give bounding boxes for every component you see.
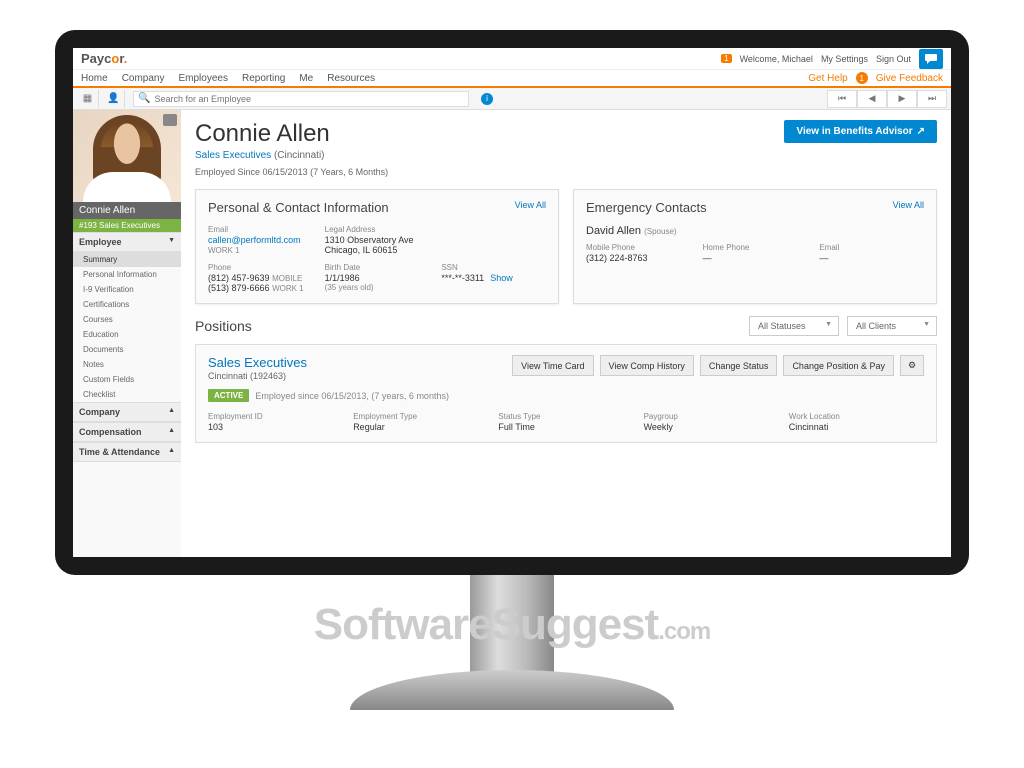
nav-custom[interactable]: Custom Fields (73, 372, 181, 387)
toolbar: ▦ 👤 🔍 i ⏮ ◀ ▶ ⏭ (73, 88, 951, 110)
feedback-link[interactable]: Give Feedback (876, 73, 943, 84)
person-view-icon[interactable]: 👤 (103, 90, 125, 108)
nav-education[interactable]: Education (73, 327, 181, 342)
emergency-contact-name: David Allen (Spouse) (586, 225, 924, 237)
welcome-link[interactable]: Welcome, Michael (740, 54, 813, 64)
change-status-button[interactable]: Change Status (700, 355, 778, 376)
pager-last[interactable]: ⏭ (917, 90, 947, 108)
search-input[interactable] (154, 94, 464, 104)
accordion-employee[interactable]: Employee▼ (73, 232, 181, 252)
change-position-button[interactable]: Change Position & Pay (783, 355, 894, 376)
pager-first[interactable]: ⏮ (827, 90, 857, 108)
filter-clients[interactable]: All Clients (847, 316, 937, 336)
sidebar-name: Connie Allen (73, 202, 181, 219)
sidebar: Connie Allen #193 Sales Executives Emplo… (73, 110, 181, 557)
view-timecard-button[interactable]: View Time Card (512, 355, 593, 376)
info-icon[interactable]: i (481, 93, 493, 105)
pager-prev[interactable]: ◀ (857, 90, 887, 108)
emergency-title: Emergency Contacts (586, 200, 707, 215)
employee-name: Connie Allen (195, 120, 388, 148)
gear-icon[interactable]: ⚙ (900, 355, 924, 376)
emergency-card: Emergency Contacts View All David Allen … (573, 189, 937, 304)
chat-icon[interactable] (919, 49, 943, 69)
welcome-badge: 1 (721, 54, 731, 63)
menu-resources[interactable]: Resources (327, 73, 375, 84)
logo: Paycor. (81, 51, 127, 66)
position-job-title[interactable]: Sales Executives (208, 355, 307, 370)
accordion-compensation[interactable]: Compensation▲ (73, 422, 181, 442)
employee-since: Employed Since 06/15/2013 (7 Years, 6 Mo… (195, 167, 388, 177)
view-comp-button[interactable]: View Comp History (600, 355, 694, 376)
avatar[interactable] (73, 110, 181, 202)
menubar: Home Company Employees Reporting Me Reso… (73, 70, 951, 88)
active-badge: ACTIVE (208, 389, 249, 402)
nav-summary[interactable]: Summary (73, 252, 181, 267)
nav-checklist[interactable]: Checklist (73, 387, 181, 402)
benefits-advisor-button[interactable]: View in Benefits Advisor ↗ (784, 120, 937, 143)
emergency-viewall[interactable]: View All (893, 200, 924, 215)
search-icon: 🔍 (138, 93, 150, 104)
personal-viewall[interactable]: View All (515, 200, 546, 215)
menu-company[interactable]: Company (122, 73, 165, 84)
menu-reporting[interactable]: Reporting (242, 73, 285, 84)
positions-title: Positions (195, 318, 252, 334)
accordion-time[interactable]: Time & Attendance▲ (73, 442, 181, 462)
nav-courses[interactable]: Courses (73, 312, 181, 327)
external-link-icon: ↗ (917, 126, 925, 137)
topbar: Paycor. 1 Welcome, Michael My Settings S… (73, 48, 951, 70)
position-location: Cincinnati (192463) (208, 371, 307, 381)
position-card: Sales Executives Cincinnati (192463) Vie… (195, 344, 937, 443)
settings-link[interactable]: My Settings (821, 54, 868, 64)
menu-me[interactable]: Me (299, 73, 313, 84)
nav-documents[interactable]: Documents (73, 342, 181, 357)
personal-title: Personal & Contact Information (208, 200, 389, 215)
nav-personal[interactable]: Personal Information (73, 267, 181, 282)
search-box[interactable]: 🔍 (133, 91, 469, 107)
signout-link[interactable]: Sign Out (876, 54, 911, 64)
nav-i9[interactable]: I-9 Verification (73, 282, 181, 297)
help-count-badge: 1 (856, 72, 868, 84)
menu-employees[interactable]: Employees (179, 73, 228, 84)
filter-status[interactable]: All Statuses (749, 316, 839, 336)
accordion-company[interactable]: Company▲ (73, 402, 181, 422)
personal-card: Personal & Contact Information View All … (195, 189, 559, 304)
employee-dept: Sales Executives (Cincinnati) (195, 150, 388, 161)
sidebar-dept: #193 Sales Executives (73, 219, 181, 232)
nav-cert[interactable]: Certifications (73, 297, 181, 312)
ssn-show[interactable]: Show (490, 273, 513, 283)
camera-icon[interactable] (163, 114, 177, 126)
main-content: Connie Allen Sales Executives (Cincinnat… (181, 110, 951, 557)
menu-home[interactable]: Home (81, 73, 108, 84)
pager-next[interactable]: ▶ (887, 90, 917, 108)
nav-notes[interactable]: Notes (73, 357, 181, 372)
list-view-icon[interactable]: ▦ (77, 90, 99, 108)
get-help-link[interactable]: Get Help (808, 73, 847, 84)
pager: ⏮ ◀ ▶ ⏭ (827, 90, 947, 108)
email-link[interactable]: callen@performltd.com WORK 1 (208, 235, 313, 255)
